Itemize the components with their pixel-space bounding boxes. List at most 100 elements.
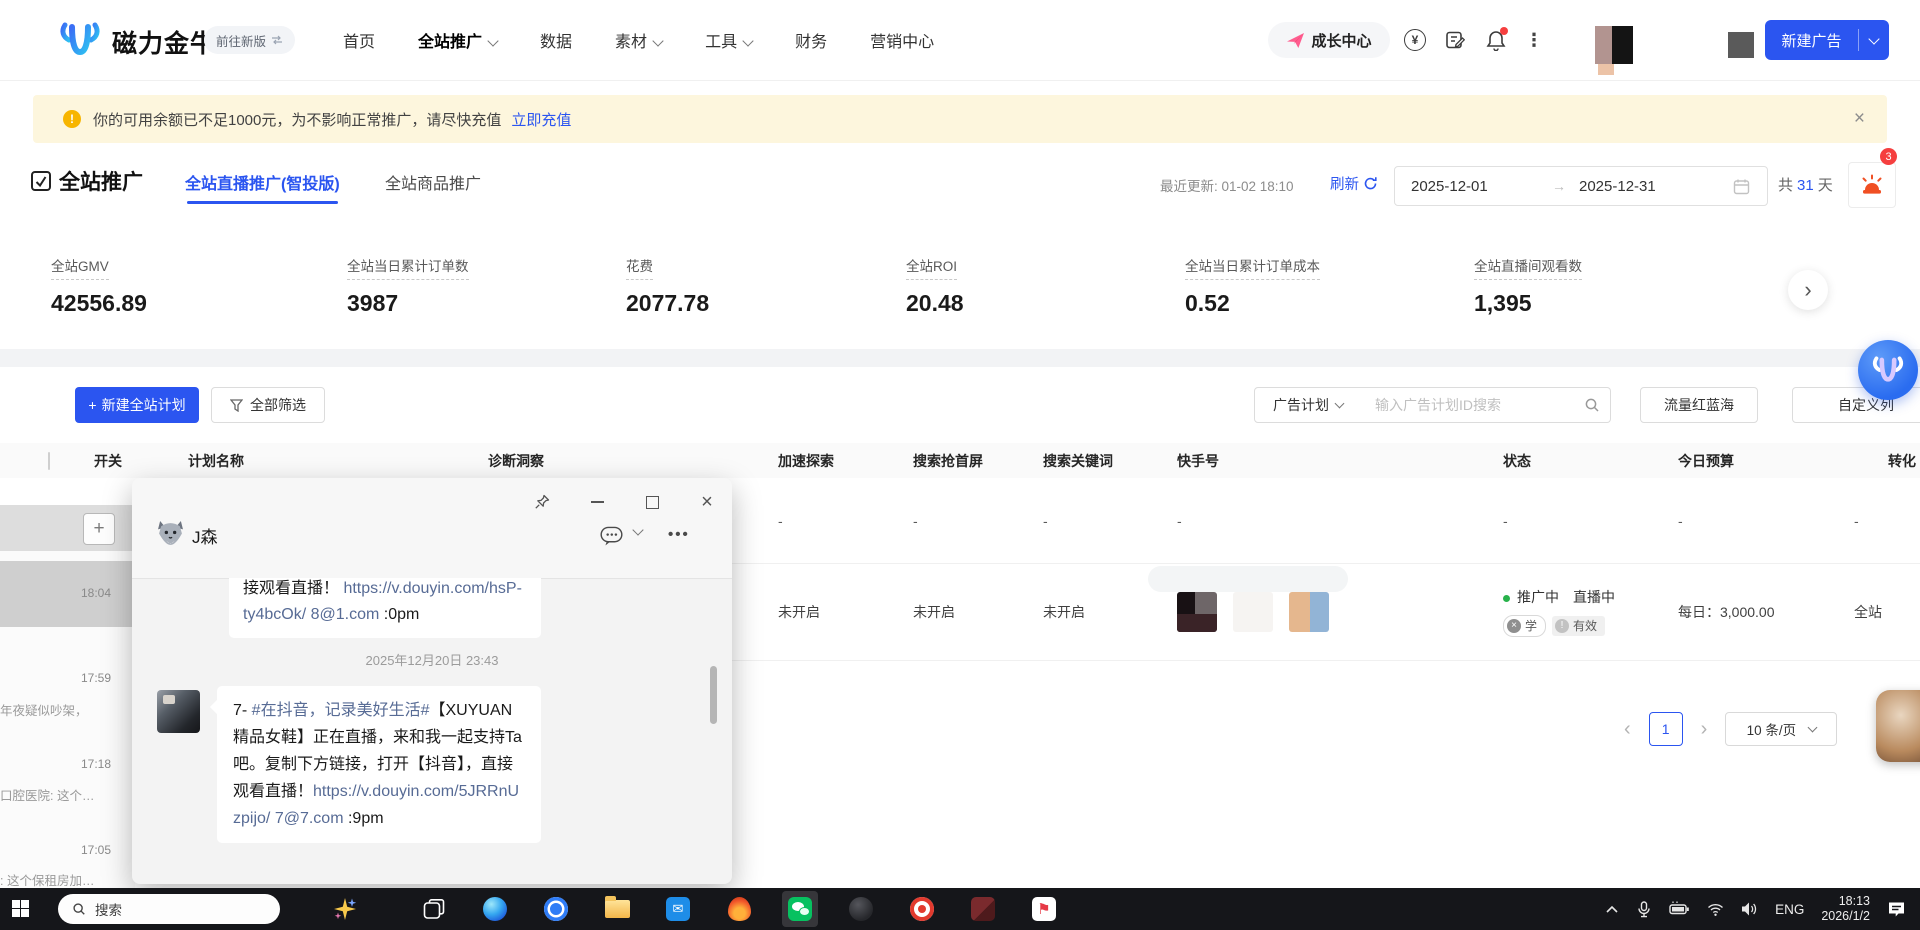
maroon-app-icon[interactable] [970,896,996,922]
wifi-icon[interactable] [1707,902,1724,917]
chevron-down-icon [1335,399,1345,409]
notification-bell-icon[interactable] [1485,29,1507,51]
page-number-current[interactable]: 1 [1649,712,1683,746]
chat-bubble-menu-icon[interactable] [600,526,623,547]
date-start-input[interactable]: 2025-12-01 [1411,178,1539,195]
more-menu-icon[interactable]: ⋮ [1523,29,1545,51]
filter-button[interactable]: 全部筛选 [211,387,325,423]
close-icon[interactable]: × [1854,108,1865,130]
edge-browser-icon[interactable] [482,896,508,922]
flag-app-icon[interactable]: ⚑ [1031,896,1057,922]
douyin-link[interactable]: 8@1.com [311,606,380,623]
page-size-select[interactable]: 10 条/页 [1725,712,1837,746]
plan-search-input[interactable] [1373,396,1584,414]
tray-expand-icon[interactable] [1605,904,1619,914]
select-all-checkbox[interactable] [48,452,50,470]
pin-icon[interactable] [527,490,557,514]
wolf-avatar[interactable] [157,520,184,550]
wechat-icon[interactable] [787,896,813,922]
date-end-input[interactable]: 2025-12-31 [1579,178,1707,195]
alert-siren-button[interactable] [1848,162,1896,208]
total-days-text: 共31天 [1778,174,1833,195]
search-icon[interactable] [1584,397,1600,413]
mail-app-icon[interactable]: ✉ [665,896,691,922]
chat-session-selected[interactable]: 18:04 [0,561,135,627]
account-thumbnail[interactable] [1177,592,1217,632]
swap-icon [271,35,283,45]
date-range-picker[interactable]: 2025-12-01 → 2025-12-31 [1394,166,1768,206]
file-explorer-icon[interactable] [604,896,630,922]
col-plan-name: 计划名称 [178,451,478,471]
chat-scrollbar[interactable] [710,666,717,724]
douyin-link[interactable]: 7@7.com [275,810,344,827]
account-thumbnail[interactable] [1289,592,1329,632]
flame-app-icon[interactable] [726,896,752,922]
stat-gmv: 全站GMV42556.89 [51,255,311,317]
learning-badge: ×学 [1503,615,1546,637]
brand-logo[interactable]: 磁力金牛 [58,21,216,62]
growth-center-button[interactable]: 成长中心 [1268,22,1390,58]
next-page-button[interactable]: › [1697,718,1712,741]
refresh-button[interactable]: 刷新 [1330,173,1378,194]
recharge-link[interactable]: 立即充值 [511,109,571,130]
dark-app-icon[interactable] [848,896,874,922]
volume-icon[interactable] [1741,901,1758,917]
col-kwai-account: 快手号 [1163,451,1493,471]
recorder-app-icon[interactable] [909,896,935,922]
minimize-button[interactable] [582,490,612,514]
taskbar-search-box[interactable]: 搜索 [58,894,280,924]
new-ad-button[interactable]: 新建广告 [1765,20,1889,60]
kwai-account-cell [1163,592,1493,632]
language-indicator[interactable]: ENG [1775,902,1804,917]
add-chat-button[interactable]: + [83,513,115,545]
chat-session[interactable]: 17:59 年夜疑似吵架， [0,655,135,735]
sender-avatar[interactable] [157,690,200,733]
status-text: 推广中 [1517,589,1559,605]
nav-item-data[interactable]: 数据 [540,28,572,52]
douyin-hashtag[interactable]: #在抖音，记录美好生活# [252,702,430,719]
chat-session[interactable]: 17:05 : 这个保租房加… [0,827,135,888]
microphone-icon[interactable] [1636,901,1652,918]
clock[interactable]: 18:13 2026/1/2 [1821,894,1870,924]
account-avatar[interactable] [1595,26,1633,64]
new-plan-button[interactable]: +新建全站计划 [75,387,199,423]
close-icon[interactable]: × [692,490,722,514]
plan-type-select[interactable]: 广告计划 [1254,387,1362,423]
battery-icon[interactable] [1669,901,1690,917]
stats-next-button[interactable]: › [1788,270,1828,310]
funnel-icon [230,399,243,412]
account-thumbnail[interactable] [1233,592,1273,632]
chat-more-menu[interactable]: ••• [668,526,690,543]
new-version-badge[interactable]: 前往新版 [204,26,295,54]
col-search-top: 搜索抢首屏 [903,451,1033,471]
blue-app-icon[interactable] [543,896,569,922]
start-button[interactable] [12,900,29,920]
floating-assistant-widget[interactable] [1858,340,1918,400]
chevron-down-icon[interactable] [634,526,642,538]
nav-item-tools[interactable]: 工具 [705,28,752,52]
nav-item-home[interactable]: 首页 [343,28,375,52]
report-edit-icon[interactable] [1444,29,1466,51]
nav-item-sitewide[interactable]: 全站推广 [418,28,497,52]
chevron-down-icon [652,36,663,47]
tab-live-promotion[interactable]: 全站直播推广(智投版) [185,170,340,194]
balance-icon[interactable]: ¥ [1404,29,1426,51]
traffic-analysis-button[interactable]: 流量红蓝海 [1640,387,1758,423]
account-avatar-secondary[interactable] [1728,32,1754,58]
chat-window: × J森 ••• [132,478,732,884]
nav-item-finance[interactable]: 财务 [795,28,827,52]
maximize-button[interactable] [637,490,667,514]
chat-session[interactable]: 17:18 口腔医院: 这个… [0,741,135,821]
warning-icon: ! [63,110,81,128]
nav-item-marketing[interactable]: 营销中心 [870,28,934,52]
floating-helper-widget[interactable] [1876,690,1920,762]
new-ad-dropdown[interactable] [1859,35,1889,45]
task-view-icon[interactable] [421,896,447,922]
prev-page-button[interactable]: ‹ [1620,718,1635,741]
copilot-icon[interactable] [332,896,358,922]
chat-date-divider: 2025年12月20日 23:43 [132,650,732,669]
nav-item-material[interactable]: 素材 [615,28,662,52]
tab-product-promotion[interactable]: 全站商品推广 [385,170,481,194]
action-center-icon[interactable] [1887,901,1906,918]
chat-contact-name: J森 [192,523,218,548]
